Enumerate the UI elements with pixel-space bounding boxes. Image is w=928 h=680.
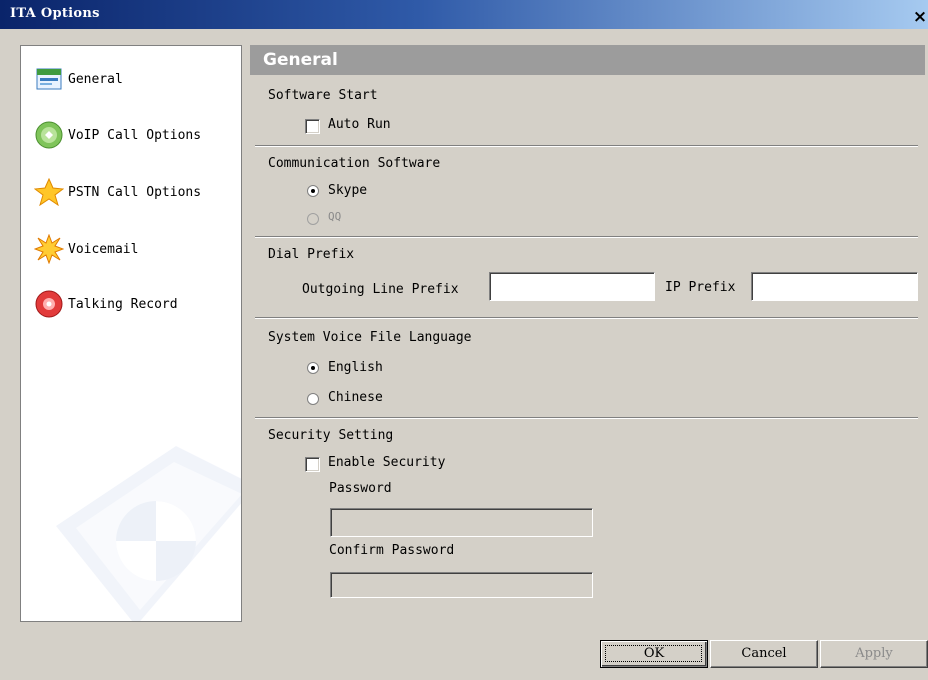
ip-prefix-input[interactable] <box>751 272 918 301</box>
burst-icon <box>33 233 65 265</box>
star-icon <box>33 176 65 208</box>
sidebar-item-label: VoIP Call Options <box>68 127 202 143</box>
password-label: Password <box>329 481 392 496</box>
outgoing-line-prefix-input[interactable] <box>489 272 655 301</box>
general-icon <box>33 63 65 95</box>
ok-button[interactable]: OK <box>600 640 708 668</box>
skype-label: Skype <box>328 183 368 198</box>
focus-rect <box>605 645 702 662</box>
sidebar-item-general[interactable]: General <box>33 64 123 94</box>
panel-title: General <box>250 45 925 75</box>
enable-security-checkbox[interactable] <box>305 457 320 472</box>
security-setting-heading: Security Setting <box>268 428 394 443</box>
password-input[interactable] <box>330 508 593 537</box>
confirm-password-input[interactable] <box>330 572 593 598</box>
enable-security-label: Enable Security <box>328 455 446 470</box>
communication-software-heading: Communication Software <box>268 156 441 171</box>
outgoing-line-prefix-label: Outgoing Line Prefix <box>302 282 459 297</box>
english-label: English <box>328 360 383 375</box>
confirm-password-label: Confirm Password <box>329 543 455 558</box>
watermark-logo <box>56 446 241 621</box>
apply-button-label: Apply <box>855 646 893 661</box>
skype-radio[interactable] <box>307 185 319 197</box>
chinese-label: Chinese <box>328 390 383 405</box>
qq-radio[interactable] <box>307 213 319 225</box>
qq-label: QQ <box>328 210 342 223</box>
sidebar: General VoIP Call Options PSTN Call Opti… <box>20 45 242 622</box>
auto-run-checkbox[interactable] <box>305 119 320 134</box>
apply-button[interactable]: Apply <box>820 640 928 668</box>
window-title: ITA Options <box>10 6 100 21</box>
cancel-button[interactable]: Cancel <box>710 640 818 668</box>
auto-run-label: Auto Run <box>328 117 391 132</box>
voice-language-heading: System Voice File Language <box>268 330 472 345</box>
sidebar-item-pstn-call-options[interactable]: PSTN Call Options <box>33 177 201 207</box>
sidebar-item-label: Talking Record <box>68 296 178 312</box>
english-radio[interactable] <box>307 362 319 374</box>
divider <box>255 236 918 238</box>
close-icon[interactable]: × <box>912 9 928 26</box>
sidebar-item-label: General <box>68 71 123 87</box>
sidebar-item-voip-call-options[interactable]: VoIP Call Options <box>33 120 201 150</box>
record-icon <box>33 288 65 320</box>
sidebar-item-voicemail[interactable]: Voicemail <box>33 234 138 264</box>
divider <box>255 317 918 319</box>
sidebar-item-label: Voicemail <box>68 241 139 257</box>
sidebar-item-label: PSTN Call Options <box>68 184 202 200</box>
sidebar-item-talking-record[interactable]: Talking Record <box>33 289 178 319</box>
voip-icon <box>33 119 65 151</box>
divider <box>255 145 918 147</box>
dial-prefix-heading: Dial Prefix <box>268 247 355 262</box>
ip-prefix-label: IP Prefix <box>665 280 736 295</box>
chinese-radio[interactable] <box>307 393 319 405</box>
title-bar: ITA Options × <box>0 0 928 29</box>
cancel-button-label: Cancel <box>741 646 787 661</box>
divider <box>255 417 918 419</box>
software-start-heading: Software Start <box>268 88 378 103</box>
